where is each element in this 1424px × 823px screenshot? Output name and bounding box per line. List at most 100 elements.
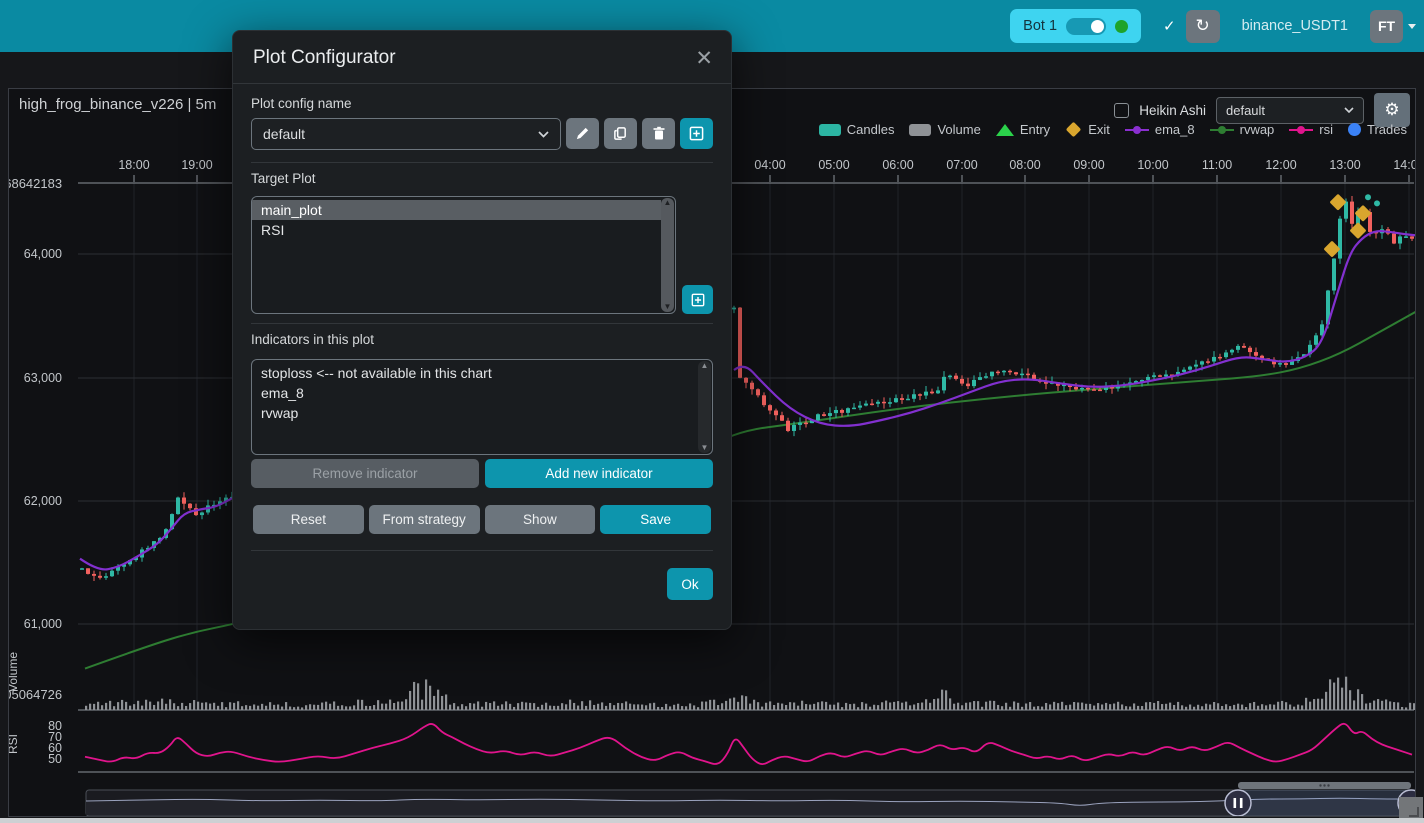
svg-text:62,000: 62,000 — [24, 494, 62, 508]
svg-text:068642183: 068642183 — [9, 176, 62, 191]
volume-bars — [85, 677, 1415, 710]
svg-text:09:00: 09:00 — [1073, 158, 1104, 172]
indicator-item[interactable]: ema_8 — [252, 383, 712, 403]
modal-header: Plot Configurator ✕ — [233, 31, 731, 84]
add-new-indicator-button[interactable]: Add new indicator — [485, 459, 713, 488]
indicators-label: Indicators in this plot — [251, 332, 713, 347]
chart-legend: Candles Volume Entry Exit ema_8 rvwap rsi Trade… — [819, 122, 1407, 137]
bot-name-label: Bot 1 — [1023, 18, 1057, 34]
ema-line — [734, 231, 1415, 426]
add-plus-icon — [689, 126, 704, 141]
plot-config-name-select[interactable]: default — [251, 118, 561, 150]
scroll-down-icon: ▼ — [664, 302, 672, 312]
svg-text:05:00: 05:00 — [818, 158, 849, 172]
chart-title: high_frog_binance_v226 | 5m — [19, 96, 216, 113]
modal-action-row: ResetFrom strategyShowSave — [253, 505, 711, 534]
scroll-up-icon: ▲ — [701, 361, 709, 371]
trash-icon — [652, 126, 666, 141]
page-bottom-strip — [0, 818, 1424, 823]
legend-item-ema_8[interactable]: ema_8 — [1125, 122, 1195, 137]
add-subplot-button[interactable] — [682, 285, 713, 314]
scroll-up-icon: ▲ — [664, 198, 672, 208]
delete-config-button[interactable] — [642, 118, 675, 149]
legend-item-exit[interactable]: Exit — [1065, 122, 1110, 137]
bot-status-dot — [1115, 20, 1128, 33]
ema_8-line-icon — [1125, 129, 1149, 131]
add-plus-icon — [691, 293, 705, 307]
target-plot-item-main_plot[interactable]: main_plot — [252, 200, 661, 220]
indicators-listbox: stoploss <-- not available in this chart… — [251, 359, 713, 455]
target-plot-listbox: main_plotRSI ▲ ▼ — [251, 196, 676, 314]
remove-indicator-button[interactable]: Remove indicator — [251, 459, 479, 488]
volume-swatch-icon — [909, 124, 931, 136]
refresh-icon: ↻ — [1195, 16, 1209, 36]
legend-item-candles[interactable]: Candles — [819, 122, 895, 137]
copy-icon — [613, 126, 628, 141]
svg-text:04:00: 04:00 — [754, 158, 785, 172]
pencil-icon — [575, 126, 590, 141]
plot-configurator-modal: Plot Configurator ✕ Plot config name def… — [232, 30, 732, 630]
svg-text:08:00: 08:00 — [1009, 158, 1040, 172]
target-plot-item-rsi[interactable]: RSI — [252, 220, 675, 240]
bot-selector-button[interactable]: Bot 1 — [1010, 9, 1141, 43]
plot-config-name-label: Plot config name — [251, 96, 713, 111]
legend-item-volume[interactable]: Volume — [909, 122, 980, 137]
scroll-down-icon: ▼ — [701, 443, 709, 453]
reset-button[interactable]: Reset — [253, 505, 364, 534]
svg-text:18:00: 18:00 — [118, 158, 149, 172]
rsi-line — [85, 724, 1412, 764]
svg-text:14:00: 14:00 — [1393, 158, 1415, 172]
svg-text:12:00: 12:00 — [1265, 158, 1296, 172]
trades-dot-icon — [1348, 123, 1361, 136]
exit-diamond-icon — [1066, 122, 1082, 138]
svg-text:19:00: 19:00 — [181, 158, 212, 172]
svg-text:10:00: 10:00 — [1137, 158, 1168, 172]
rvwap-line-icon — [1210, 129, 1234, 131]
zoom-handle[interactable] — [1225, 790, 1251, 816]
indicator-item[interactable]: rvwap — [252, 403, 712, 423]
legend-item-rsi[interactable]: rsi — [1289, 122, 1333, 137]
svg-text:RSI: RSI — [9, 734, 20, 754]
target-plot-scrollbar[interactable]: ▲ ▼ — [661, 198, 674, 312]
online-check-icon: ✓ — [1163, 17, 1176, 35]
refresh-button[interactable]: ↻ — [1186, 10, 1220, 43]
legend-item-trades[interactable]: Trades — [1348, 122, 1407, 137]
chevron-down-icon — [1344, 107, 1354, 113]
zoom-navigator[interactable] — [86, 782, 1415, 816]
svg-text:50: 50 — [48, 752, 62, 766]
svg-text:11:00: 11:00 — [1202, 158, 1232, 172]
gear-icon: ⚙ — [1384, 100, 1399, 120]
legend-item-entry[interactable]: Entry — [996, 122, 1050, 137]
svg-text:07:00: 07:00 — [946, 158, 977, 172]
bot-toggle[interactable] — [1066, 18, 1106, 35]
svg-text:06:00: 06:00 — [882, 158, 913, 172]
indicators-scrollbar[interactable]: ▲ ▼ — [698, 361, 711, 453]
svg-text:63,000: 63,000 — [24, 371, 62, 385]
save-button[interactable]: Save — [600, 505, 711, 534]
svg-text:64,000: 64,000 — [24, 247, 62, 261]
entry-triangle-icon — [996, 124, 1014, 136]
candles-swatch-icon — [819, 124, 841, 136]
from-strategy-button[interactable]: From strategy — [369, 505, 480, 534]
duplicate-config-button[interactable] — [604, 118, 637, 149]
legend-item-rvwap[interactable]: rvwap — [1210, 122, 1275, 137]
add-config-button[interactable] — [680, 118, 713, 149]
chevron-down-icon — [1408, 24, 1416, 29]
plot-config-select[interactable]: default — [1216, 97, 1364, 124]
target-plot-label: Target Plot — [251, 171, 713, 186]
ema-line — [80, 498, 232, 569]
svg-text:13:00: 13:00 — [1329, 158, 1360, 172]
ft-logo-button[interactable]: FT — [1370, 10, 1403, 43]
svg-text:61,000: 61,000 — [24, 617, 62, 631]
heikin-ashi-checkbox[interactable] — [1114, 103, 1129, 118]
svg-text:Volume: Volume — [9, 652, 20, 692]
chevron-down-icon — [538, 131, 549, 138]
close-icon[interactable]: ✕ — [695, 48, 713, 69]
modal-title: Plot Configurator — [253, 47, 396, 69]
indicator-item[interactable]: stoploss <-- not available in this chart — [252, 363, 712, 383]
show-button[interactable]: Show — [485, 505, 596, 534]
rename-config-button[interactable] — [566, 118, 599, 149]
account-name[interactable]: binance_USDT1 — [1242, 18, 1348, 34]
ok-button[interactable]: Ok — [667, 568, 713, 600]
heikin-ashi-label: Heikin Ashi — [1139, 103, 1206, 118]
